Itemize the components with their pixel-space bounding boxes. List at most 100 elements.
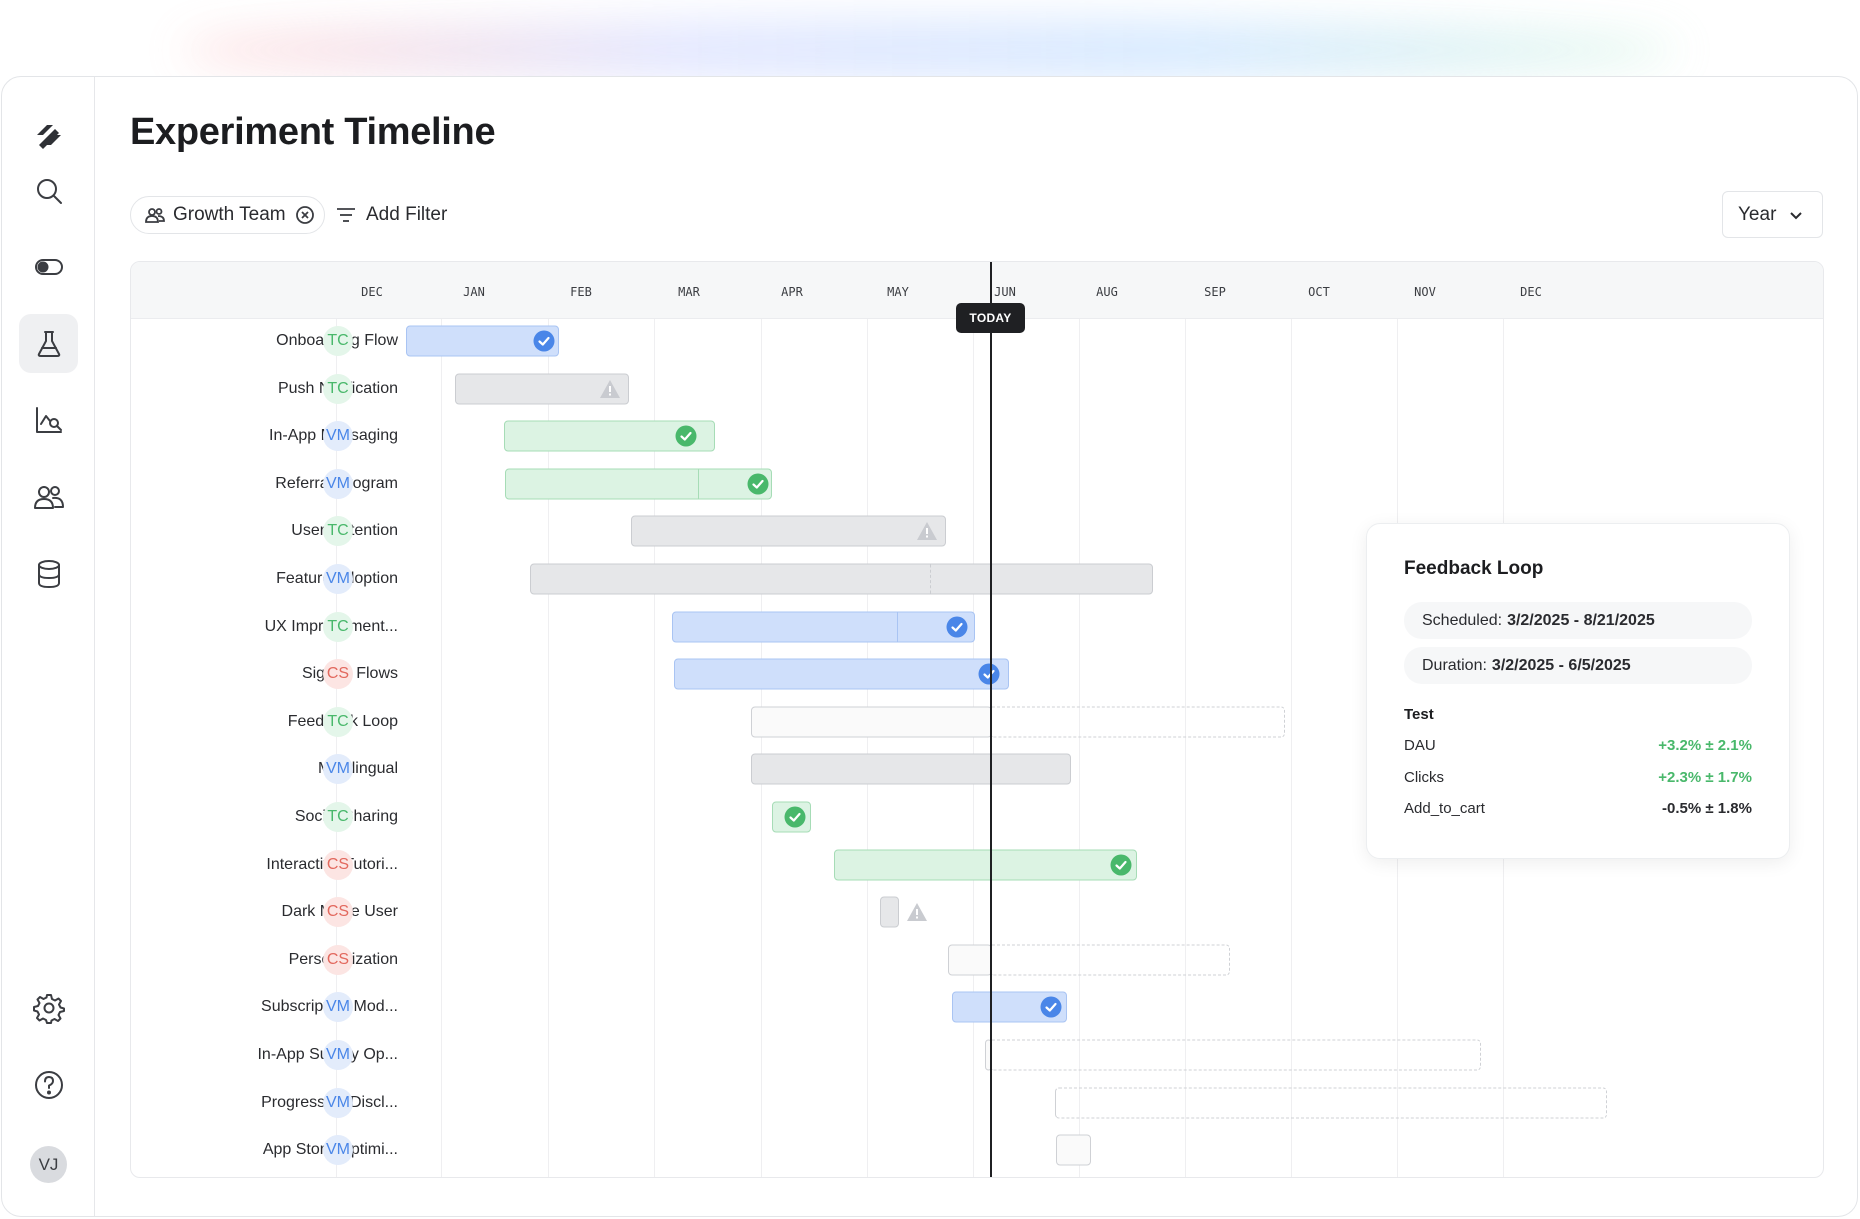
add-filter-label: Add Filter bbox=[366, 204, 448, 225]
today-label: TODAY bbox=[956, 303, 1025, 333]
main-content: Experiment Timeline Growth Team Add Filt… bbox=[95, 77, 1857, 1216]
tooltip-title: Feedback Loop bbox=[1404, 558, 1544, 579]
month-label: NOV bbox=[1414, 285, 1436, 299]
team-filter-label: Growth Team bbox=[173, 204, 286, 225]
owner-badge: VM bbox=[323, 468, 353, 499]
bar-divider bbox=[698, 469, 699, 499]
experiment-bar[interactable] bbox=[631, 515, 946, 547]
close-icon[interactable] bbox=[295, 205, 315, 225]
experiment-bar[interactable] bbox=[948, 944, 992, 976]
today-marker bbox=[990, 262, 992, 1177]
experiment-bar[interactable] bbox=[880, 896, 899, 928]
month-label: OCT bbox=[1308, 285, 1330, 299]
check-circle-icon bbox=[978, 663, 1000, 685]
month-gridline bbox=[761, 319, 762, 1177]
check-circle-icon bbox=[1040, 996, 1062, 1018]
chart-search-icon[interactable] bbox=[19, 390, 78, 449]
team-filter-chip[interactable]: Growth Team bbox=[130, 196, 325, 234]
owner-badge: VM bbox=[323, 1135, 353, 1166]
tooltip-section-title: Test bbox=[1404, 706, 1434, 723]
toggle-icon[interactable] bbox=[19, 237, 78, 296]
help-icon[interactable] bbox=[19, 1055, 78, 1114]
app-window: VJ Experiment Timeline Growth Team Add F… bbox=[1, 76, 1858, 1217]
month-label: SEP bbox=[1204, 285, 1226, 299]
owner-badge: TC bbox=[323, 326, 353, 356]
bar-divider bbox=[897, 612, 898, 642]
check-circle-icon bbox=[675, 425, 697, 447]
month-label: FEB bbox=[570, 285, 592, 299]
owner-badge: VM bbox=[323, 1087, 353, 1118]
month-label: JUN bbox=[994, 285, 1016, 299]
metric-name: Clicks bbox=[1404, 769, 1444, 786]
month-gridline bbox=[973, 319, 974, 1177]
tooltip-metric-row: Clicks +2.3% ± 1.7% bbox=[1404, 769, 1752, 786]
search-icon[interactable] bbox=[19, 161, 78, 220]
owner-badge: CS bbox=[323, 897, 353, 928]
metric-value: +2.3% ± 1.7% bbox=[1658, 769, 1752, 786]
experiment-bar[interactable] bbox=[751, 706, 992, 738]
tooltip-duration: Duration: 3/2/2025 - 6/5/2025 bbox=[1404, 647, 1752, 684]
warning-icon bbox=[916, 520, 938, 542]
warning-icon bbox=[599, 378, 621, 400]
owner-badge: CS bbox=[323, 944, 353, 975]
warning-icon bbox=[906, 901, 928, 923]
check-circle-icon bbox=[946, 616, 968, 638]
scheduled-extension[interactable] bbox=[992, 1039, 1481, 1071]
header-glow bbox=[180, 20, 1680, 80]
check-circle-icon bbox=[747, 473, 769, 495]
avatar[interactable]: VJ bbox=[30, 1146, 67, 1183]
tooltip-scheduled: Scheduled: 3/2/2025 - 8/21/2025 bbox=[1404, 602, 1752, 639]
experiment-bar[interactable] bbox=[672, 611, 975, 643]
owner-badge: CS bbox=[323, 849, 353, 880]
owner-badge: VM bbox=[323, 1040, 353, 1070]
scheduled-extension[interactable] bbox=[992, 944, 1230, 976]
metric-name: Add_to_cart bbox=[1404, 800, 1485, 817]
scheduled-extension[interactable] bbox=[992, 706, 1285, 738]
owner-badge: CS bbox=[323, 659, 353, 690]
check-circle-icon bbox=[1110, 854, 1132, 876]
add-filter-button[interactable]: Add Filter bbox=[335, 196, 447, 234]
tooltip-metric-row: DAU +3.2% ± 2.1% bbox=[1404, 737, 1752, 754]
bar-divider bbox=[930, 564, 931, 594]
experiment-bar[interactable] bbox=[505, 468, 772, 500]
tooltip-metric-row: Add_to_cart -0.5% ± 1.8% bbox=[1404, 800, 1752, 817]
experiment-bar[interactable] bbox=[530, 563, 1153, 595]
experiment-bar[interactable] bbox=[751, 753, 1071, 785]
experiment-tooltip: Feedback Loop Scheduled: 3/2/2025 - 8/21… bbox=[1366, 523, 1790, 859]
month-gridline bbox=[867, 319, 868, 1177]
check-circle-icon bbox=[784, 806, 806, 828]
month-label: MAY bbox=[887, 285, 909, 299]
experiment-bar[interactable] bbox=[674, 658, 1009, 690]
check-circle-icon bbox=[533, 330, 555, 352]
flask-icon[interactable] bbox=[19, 314, 78, 373]
month-label: MAR bbox=[678, 285, 700, 299]
scheduled-extension[interactable] bbox=[1055, 1087, 1607, 1119]
month-label: DEC bbox=[361, 285, 383, 299]
tooltip-scheduled-label: Scheduled: bbox=[1422, 611, 1503, 629]
database-icon[interactable] bbox=[19, 544, 78, 603]
period-select[interactable]: Year bbox=[1722, 191, 1823, 238]
month-label: APR bbox=[781, 285, 803, 299]
owner-badge: TC bbox=[323, 516, 353, 547]
owner-badge: VM bbox=[323, 564, 353, 594]
page-title: Experiment Timeline bbox=[130, 111, 496, 153]
owner-badge: TC bbox=[323, 802, 353, 832]
month-label: JAN bbox=[463, 285, 485, 299]
owner-badge: TC bbox=[323, 373, 353, 404]
owner-badge: VM bbox=[323, 421, 353, 452]
users-icon[interactable] bbox=[19, 467, 78, 526]
month-label: AUG bbox=[1096, 285, 1118, 299]
owner-badge: VM bbox=[323, 754, 353, 785]
month-label: DEC bbox=[1520, 285, 1542, 299]
month-gridline bbox=[441, 319, 442, 1177]
logo-icon[interactable] bbox=[19, 105, 78, 164]
tooltip-duration-value: 3/2/2025 - 6/5/2025 bbox=[1491, 656, 1631, 674]
experiment-bar[interactable] bbox=[834, 849, 1137, 881]
owner-badge: TC bbox=[323, 706, 353, 737]
metric-name: DAU bbox=[1404, 737, 1436, 754]
gear-icon[interactable] bbox=[19, 978, 78, 1037]
sidebar: VJ bbox=[2, 77, 95, 1216]
metric-value: +3.2% ± 2.1% bbox=[1658, 737, 1752, 754]
owner-badge: VM bbox=[323, 992, 353, 1023]
experiment-bar[interactable] bbox=[1056, 1134, 1091, 1166]
